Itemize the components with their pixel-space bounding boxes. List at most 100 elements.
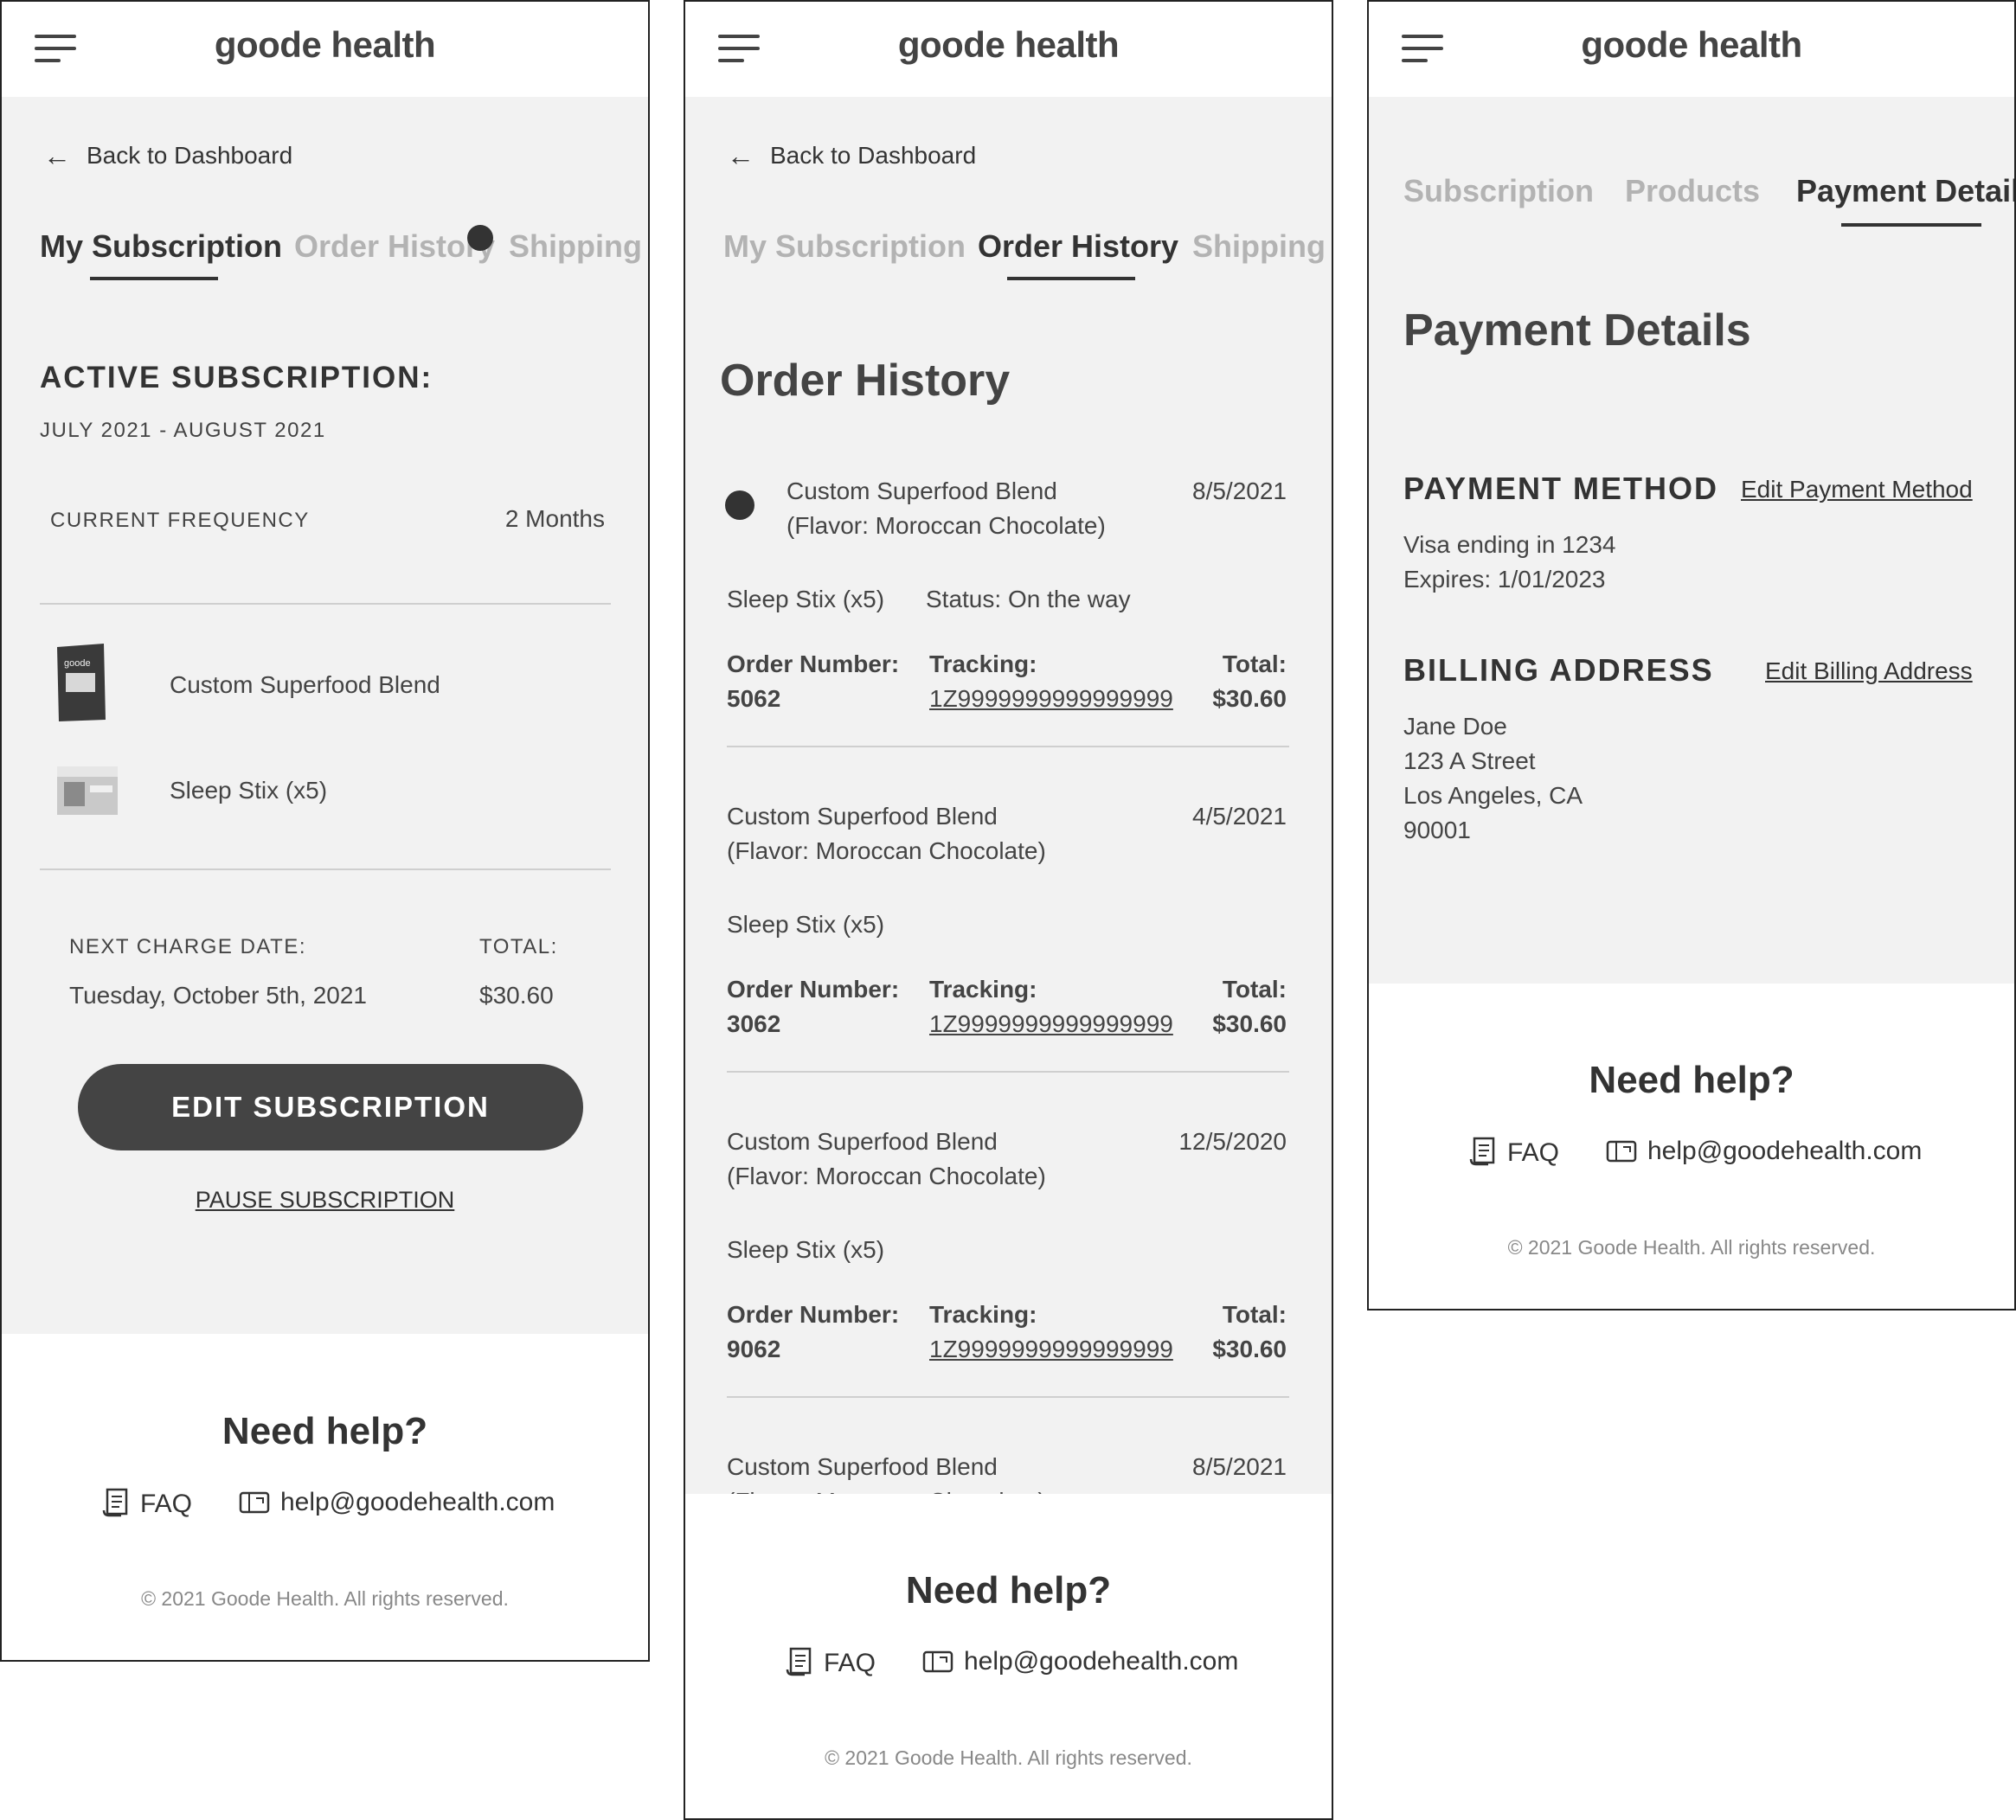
faq-link[interactable]: FAQ [1469, 1137, 1559, 1173]
page-title: Payment Details [1403, 305, 1751, 356]
tracking-label: Tracking: [929, 650, 1037, 677]
copyright: © 2021 Goode Health. All rights reserved… [825, 1746, 1192, 1769]
divider [40, 603, 611, 605]
card-info: Visa ending in 1234 [1403, 531, 1616, 558]
document-icon [102, 1488, 130, 1524]
card-expiry: Expires: 1/01/2023 [1403, 566, 1606, 593]
product-name: Sleep Stix (x5) [170, 777, 328, 804]
help-title: Need help? [222, 1410, 428, 1452]
order-item: Sleep Stix (x5) [727, 586, 885, 612]
arrow-left-icon: ← [43, 140, 71, 171]
total-label: Total: [1222, 1301, 1287, 1328]
email-link[interactable]: help@goodehealth.com [1606, 1137, 1922, 1171]
tracking-link[interactable]: 1Z9999999999999999 [929, 1010, 1173, 1038]
tab-shipping[interactable]: Shipping a [509, 228, 648, 265]
order-number: 5062 [727, 685, 781, 712]
mailbox-icon [922, 1647, 953, 1682]
faq-link[interactable]: FAQ [102, 1488, 192, 1524]
order-flavor: (Flavor: Moroccan Chocolate) [786, 512, 1106, 539]
address-line: 90001 [1403, 817, 1471, 843]
total-label: TOTAL: [479, 935, 558, 958]
next-charge-label: NEXT CHARGE DATE: [69, 935, 306, 958]
order-date: 12/5/2020 [1178, 1128, 1287, 1155]
total-value: $30.60 [479, 982, 554, 1009]
arrow-left-icon: ← [727, 140, 754, 171]
product-name: Custom Superfood Blend [170, 671, 440, 698]
active-tab-underline [90, 277, 218, 280]
tab-order-history[interactable]: Order History [978, 228, 1178, 265]
tab-products[interactable]: Products [1625, 173, 1760, 209]
edit-payment-method-link[interactable]: Edit Payment Method [1741, 476, 1973, 503]
tab-my-subscription[interactable]: My Subscription [723, 228, 966, 265]
faq-label: FAQ [140, 1490, 193, 1518]
header: goode health [2, 2, 648, 97]
email-link[interactable]: help@goodehealth.com [239, 1488, 555, 1522]
screen-payment-details: goode health Subscription Products Payme… [1367, 0, 2016, 1311]
order-product: Custom Superfood Blend [727, 1453, 998, 1480]
svg-text:goode: goode [64, 658, 91, 669]
email-label: help@goodehealth.com [280, 1488, 555, 1516]
divider [727, 1071, 1289, 1073]
total-label: Total: [1222, 650, 1287, 677]
tab-payment-details[interactable]: Payment Details [1796, 173, 2014, 209]
document-icon [1469, 1137, 1497, 1173]
order-flavor: (Flavor: Moroccan Chocolate) [727, 837, 1046, 864]
faq-link[interactable]: FAQ [786, 1647, 876, 1683]
order-number-label: Order Number: [727, 1301, 900, 1328]
frequency-value: 2 Months [504, 505, 605, 532]
order-item: Sleep Stix (x5) [727, 1236, 885, 1263]
active-tab-underline [1841, 223, 1981, 227]
order-number-label: Order Number: [727, 976, 900, 1003]
order-date: 4/5/2021 [1192, 803, 1287, 830]
pause-subscription-link[interactable]: PAUSE SUBSCRIPTION [2, 1187, 648, 1214]
email-link[interactable]: help@goodehealth.com [922, 1647, 1238, 1682]
edit-subscription-button[interactable]: EDIT SUBSCRIPTION [78, 1064, 583, 1150]
header: goode health [685, 2, 1332, 97]
mailbox-icon [1606, 1137, 1637, 1171]
brand-logo[interactable]: goode health [685, 24, 1332, 66]
back-label: Back to Dashboard [87, 142, 293, 169]
tab-my-subscription[interactable]: My Subscription [40, 228, 282, 265]
copyright: © 2021 Goode Health. All rights reserved… [141, 1587, 509, 1610]
order-date: 8/5/2021 [1192, 1453, 1287, 1480]
document-icon [786, 1647, 813, 1683]
subscription-period: JULY 2021 - AUGUST 2021 [40, 419, 326, 442]
frequency-label: CURRENT FREQUENCY [50, 509, 310, 532]
active-subscription-heading: ACTIVE SUBSCRIPTION: [40, 361, 433, 394]
total-value: $30.60 [1212, 1336, 1287, 1362]
header: goode health [1369, 2, 2014, 97]
cursor-dot [467, 225, 493, 251]
screen-my-subscription: goode health ← Back to Dashboard My Subsc… [0, 0, 650, 1662]
tracking-link[interactable]: 1Z9999999999999999 [929, 685, 1173, 713]
tab-subscription[interactable]: Subscription [1403, 173, 1594, 209]
payment-method-heading: PAYMENT METHOD [1403, 471, 1719, 506]
tracking-label: Tracking: [929, 976, 1037, 1003]
tab-order-history[interactable]: Order History [294, 228, 495, 265]
address-line: Jane Doe [1403, 713, 1507, 740]
brand-logo[interactable]: goode health [2, 24, 648, 66]
tracking-label: Tracking: [929, 1301, 1037, 1328]
cursor-dot [725, 490, 754, 520]
page-title: Order History [720, 356, 1011, 406]
next-charge-value: Tuesday, October 5th, 2021 [69, 982, 367, 1009]
tracking-link[interactable]: 1Z9999999999999999 [929, 1336, 1173, 1363]
coffee-bag-image: goode [54, 642, 109, 723]
back-to-dashboard-link[interactable]: ← Back to Dashboard [43, 140, 292, 172]
order-number: 3062 [727, 1010, 781, 1037]
order-product: Custom Superfood Blend [727, 1128, 998, 1155]
tab-shipping[interactable]: Shipping a [1192, 228, 1332, 265]
order-product: Custom Superfood Blend [727, 803, 998, 830]
brand-logo[interactable]: goode health [1369, 24, 2014, 66]
edit-billing-address-link[interactable]: Edit Billing Address [1765, 657, 1973, 685]
help-title: Need help? [1589, 1059, 1794, 1101]
mailbox-icon [239, 1488, 270, 1522]
faq-label: FAQ [1507, 1138, 1560, 1167]
back-label: Back to Dashboard [770, 142, 977, 169]
divider [727, 746, 1289, 747]
content-area [685, 97, 1332, 1494]
divider [727, 1396, 1289, 1398]
back-to-dashboard-link[interactable]: ← Back to Dashboard [727, 140, 976, 172]
address-line: 123 A Street [1403, 747, 1536, 774]
address-line: Los Angeles, CA [1403, 782, 1583, 809]
faq-label: FAQ [824, 1649, 876, 1677]
